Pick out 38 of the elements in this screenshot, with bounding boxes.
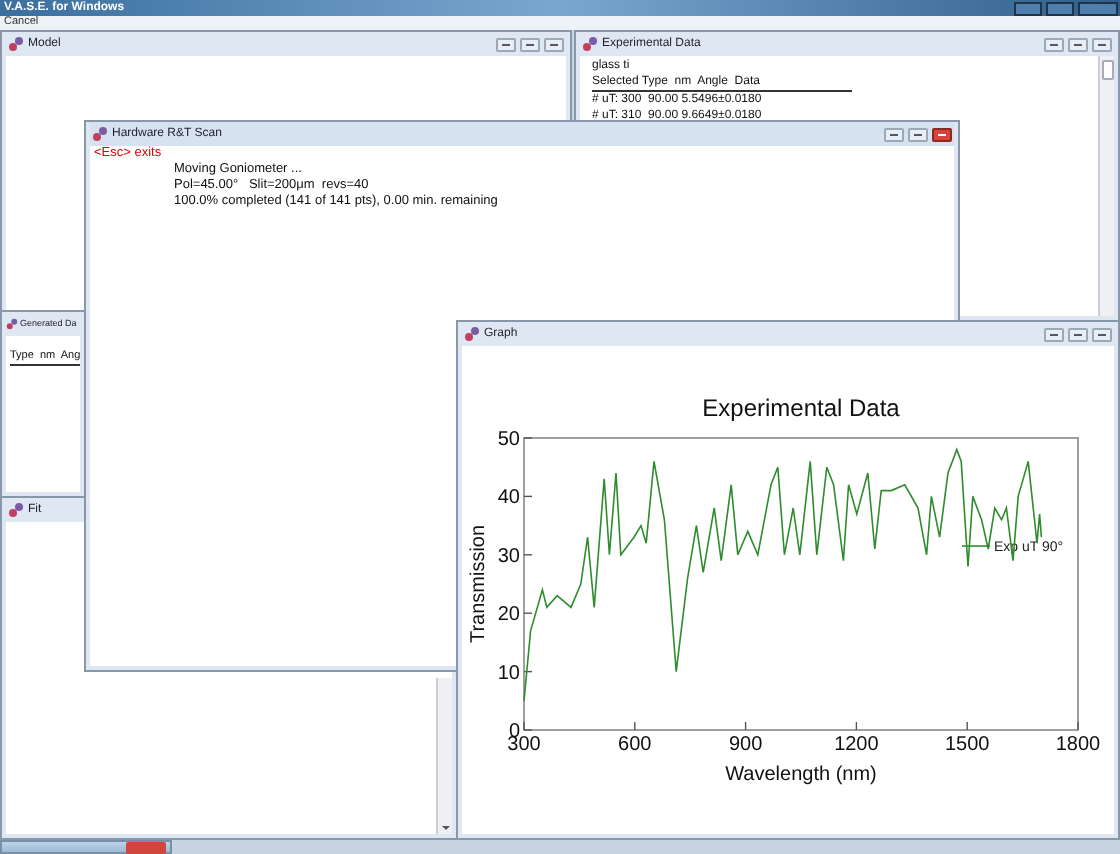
y-tick-label: 20 bbox=[497, 604, 520, 627]
app-icon bbox=[8, 36, 24, 52]
y-axis-label: Transmission bbox=[468, 524, 490, 644]
y-tick-label: 50 bbox=[497, 429, 520, 451]
minimize-button[interactable] bbox=[884, 127, 904, 141]
minimize-button[interactable] bbox=[1044, 327, 1064, 341]
x-tick-label: 900 bbox=[728, 734, 763, 756]
app-icon bbox=[464, 326, 480, 342]
maximize-button[interactable] bbox=[520, 37, 540, 51]
x-tick-label: 300 bbox=[507, 734, 541, 756]
close-button[interactable] bbox=[544, 37, 564, 51]
close-button[interactable] bbox=[1092, 327, 1112, 341]
x-axis-label: Wavelength (nm) bbox=[725, 764, 877, 786]
maximize-button[interactable] bbox=[908, 127, 928, 141]
y-tick-label: 40 bbox=[497, 487, 520, 510]
close-button[interactable] bbox=[932, 127, 952, 141]
maximize-button[interactable] bbox=[1068, 37, 1088, 51]
x-tick-label: 1800 bbox=[1055, 734, 1101, 756]
maximize-button[interactable] bbox=[1046, 1, 1074, 15]
app-icon bbox=[8, 502, 24, 518]
minimized-window-bar[interactable] bbox=[0, 840, 172, 854]
legend-line bbox=[961, 545, 991, 547]
minimize-button[interactable] bbox=[1044, 37, 1064, 51]
app-icon bbox=[582, 36, 598, 52]
close-button[interactable] bbox=[1092, 37, 1112, 51]
app-icon bbox=[6, 318, 18, 330]
y-tick-label: 30 bbox=[497, 545, 520, 568]
minimize-button[interactable] bbox=[496, 37, 516, 51]
scrollbar[interactable] bbox=[1098, 56, 1114, 316]
scrollbar[interactable] bbox=[436, 678, 452, 834]
chart-title: Experimental Data bbox=[702, 394, 900, 422]
app-icon bbox=[92, 126, 108, 142]
x-tick-label: 1200 bbox=[834, 734, 879, 756]
y-tick-label: 10 bbox=[497, 662, 520, 685]
x-tick-label: 1500 bbox=[944, 734, 990, 756]
x-tick-label: 600 bbox=[618, 734, 652, 756]
maximize-button[interactable] bbox=[1068, 327, 1088, 341]
minimize-button[interactable] bbox=[1014, 1, 1042, 15]
